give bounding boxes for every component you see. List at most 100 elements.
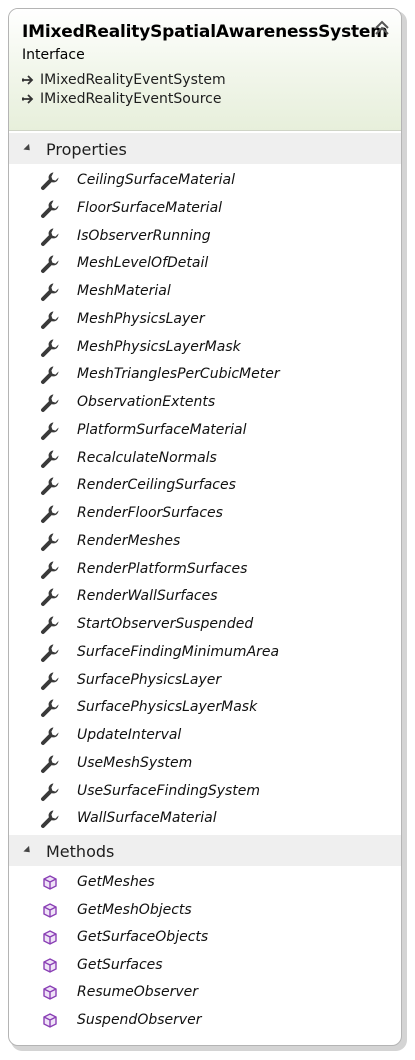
property-name: RenderFloorSurfaces	[77, 505, 223, 521]
property-item[interactable]: RenderMeshes	[9, 528, 401, 555]
property-name: UpdateInterval	[77, 727, 182, 743]
property-item[interactable]: IsObserverRunning	[9, 223, 401, 250]
property-item[interactable]: MeshPhysicsLayer	[9, 306, 401, 333]
wrench-icon	[41, 477, 59, 496]
wrench-icon	[41, 394, 59, 412]
method-item[interactable]: GetSurfaceObjects	[9, 924, 401, 951]
method-item[interactable]: GetSurfaces	[9, 952, 401, 979]
property-item[interactable]: CeilingSurfaceMaterial	[9, 167, 401, 194]
property-name: IsObserverRunning	[77, 227, 211, 244]
wrench-icon	[41, 339, 59, 357]
property-item[interactable]: FloorSurfaceMaterial	[9, 195, 401, 222]
section-label: Properties	[46, 140, 127, 159]
type-name: IMixedRealitySpatialAwarenessSystem	[22, 22, 388, 42]
property-name: ObservationExtents	[77, 394, 216, 410]
property-name: RecalculateNormals	[77, 449, 217, 466]
property-item[interactable]: SurfacePhysicsLayer	[9, 667, 401, 694]
property-name: WallSurfaceMaterial	[77, 810, 217, 827]
wrench-icon	[41, 727, 59, 745]
inherited-interface: IMixedRealityEventSystem	[22, 71, 226, 89]
inherited-interface-name: IMixedRealityEventSource	[40, 91, 222, 107]
property-name: RenderCeilingSurfaces	[77, 477, 236, 494]
property-item[interactable]: ObservationExtents	[9, 389, 401, 416]
wrench-icon	[41, 783, 59, 801]
method-cube-icon	[43, 930, 57, 945]
wrench-icon	[41, 755, 59, 773]
method-name: GetSurfaces	[77, 956, 163, 973]
property-name: MeshMaterial	[77, 283, 171, 299]
section-header-properties[interactable]: Properties	[9, 133, 401, 164]
wrench-icon	[41, 588, 59, 607]
property-name: MeshPhysicsLayer	[77, 310, 205, 327]
wrench-icon	[41, 533, 59, 551]
wrench-icon	[41, 422, 59, 440]
wrench-icon	[41, 450, 59, 468]
type-kind: Interface	[22, 47, 85, 63]
property-name: MeshLevelOfDetail	[77, 255, 209, 272]
wrench-icon	[41, 644, 59, 662]
collapse-chevron-icon[interactable]	[373, 19, 391, 37]
expand-triangle-icon[interactable]	[23, 143, 33, 154]
property-item[interactable]: RecalculateNormals	[9, 445, 401, 472]
property-item[interactable]: StartObserverSuspended	[9, 611, 401, 638]
property-item[interactable]: MeshPhysicsLayerMask	[9, 334, 401, 361]
property-item[interactable]: MeshLevelOfDetail	[9, 250, 401, 277]
property-name: UseSurfaceFindingSystem	[77, 782, 261, 799]
card-header: IMixedRealitySpatialAwarenessSystem Inte…	[9, 9, 401, 131]
method-item[interactable]: GetMeshObjects	[9, 897, 401, 924]
wrench-icon	[41, 200, 59, 218]
property-item[interactable]: SurfaceFindingMinimumArea	[9, 639, 401, 666]
wrench-icon	[41, 616, 59, 634]
property-name: SurfacePhysicsLayer	[77, 671, 222, 688]
property-name: SurfaceFindingMinimumArea	[77, 643, 280, 660]
method-name: GetMeshes	[77, 874, 155, 890]
property-name: CeilingSurfaceMaterial	[77, 172, 236, 188]
wrench-icon	[41, 699, 59, 718]
section-header-methods[interactable]: Methods	[9, 835, 401, 866]
method-item[interactable]: ResumeObserver	[9, 979, 401, 1006]
wrench-icon	[41, 311, 59, 329]
wrench-icon	[41, 255, 59, 274]
inherited-interface: IMixedRealityEventSource	[22, 90, 222, 108]
property-name: StartObserverSuspended	[77, 616, 254, 632]
wrench-icon	[41, 810, 59, 829]
property-item[interactable]: RenderFloorSurfaces	[9, 500, 401, 527]
property-item[interactable]: UpdateInterval	[9, 722, 401, 749]
property-item[interactable]: MeshMaterial	[9, 278, 401, 305]
wrench-icon	[41, 561, 59, 579]
property-item[interactable]: RenderWallSurfaces	[9, 583, 401, 610]
wrench-icon	[41, 505, 59, 523]
property-item[interactable]: RenderPlatformSurfaces	[9, 556, 401, 583]
method-item[interactable]: SuspendObserver	[9, 1007, 401, 1034]
method-cube-icon	[43, 985, 57, 1001]
wrench-icon	[41, 283, 59, 301]
property-item[interactable]: PlatformSurfaceMaterial	[9, 417, 401, 444]
property-item[interactable]: SurfacePhysicsLayerMask	[9, 694, 401, 721]
wrench-icon	[41, 366, 59, 385]
property-name: UseMeshSystem	[77, 754, 193, 771]
method-cube-icon	[43, 958, 57, 973]
property-item[interactable]: MeshTrianglesPerCubicMeter	[9, 361, 401, 388]
wrench-icon	[41, 172, 59, 190]
wrench-icon	[41, 672, 59, 690]
method-name: GetMeshObjects	[77, 901, 192, 918]
property-item[interactable]: RenderCeilingSurfaces	[9, 472, 401, 499]
method-cube-icon	[43, 902, 57, 918]
method-name: SuspendObserver	[77, 1012, 202, 1028]
property-name: RenderWallSurfaces	[77, 588, 218, 605]
inherit-arrow-icon	[22, 94, 34, 104]
method-name: GetSurfaceObjects	[77, 929, 209, 946]
wrench-icon	[41, 228, 59, 246]
method-cube-icon	[43, 1013, 57, 1028]
property-item[interactable]: UseMeshSystem	[9, 750, 401, 777]
expand-triangle-icon[interactable]	[23, 845, 33, 856]
property-name: PlatformSurfaceMaterial	[77, 421, 247, 438]
class-diagram-card[interactable]: IMixedRealitySpatialAwarenessSystem Inte…	[8, 8, 402, 1046]
property-item[interactable]: UseSurfaceFindingSystem	[9, 778, 401, 805]
property-name: RenderPlatformSurfaces	[77, 560, 248, 577]
property-name: SurfacePhysicsLayerMask	[77, 699, 258, 716]
property-name: MeshPhysicsLayerMask	[77, 338, 241, 355]
method-item[interactable]: GetMeshes	[9, 869, 401, 896]
property-name: FloorSurfaceMaterial	[77, 199, 223, 216]
property-item[interactable]: WallSurfaceMaterial	[9, 805, 401, 832]
